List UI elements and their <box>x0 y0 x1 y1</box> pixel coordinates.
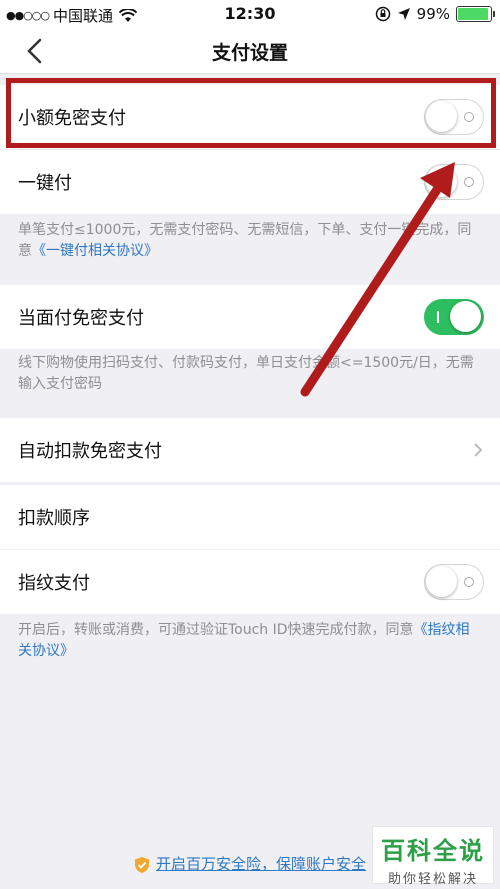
insurance-link[interactable]: 开启百万安全险，保障账户安全 <box>156 855 366 873</box>
shield-icon <box>134 856 149 873</box>
watermark-logo: 百科全说 助你轻松解决 <box>372 826 494 887</box>
watermark-title: 百科全说 <box>381 837 485 865</box>
watermark-subtitle: 助你轻松解决 <box>387 872 478 887</box>
annotation-arrow <box>300 162 455 397</box>
